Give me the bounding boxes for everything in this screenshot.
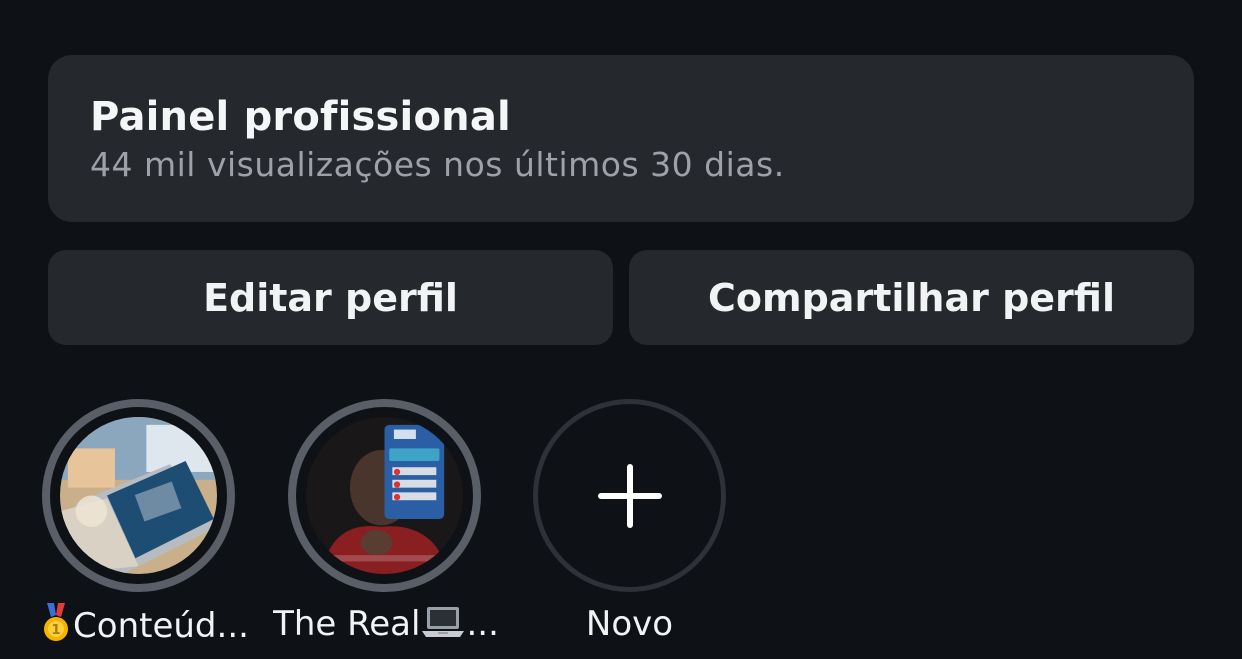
highlight-cover-image	[306, 417, 463, 574]
new-highlight-label: Novo	[585, 604, 674, 644]
share-profile-button[interactable]: Compartilhar perfil	[629, 250, 1194, 345]
dashboard-title: Painel profissional	[90, 94, 511, 140]
highlight-cover-ring	[288, 399, 481, 592]
highlight-label-ellipsis: ...	[466, 604, 499, 644]
highlight-item[interactable]	[42, 399, 235, 592]
highlight-cover-ring	[42, 399, 235, 592]
highlight-label: The Real ...	[270, 603, 502, 651]
highlight-cover-image	[60, 417, 217, 574]
new-highlight-ring	[533, 399, 726, 592]
svg-text:1: 1	[52, 623, 61, 638]
dashboard-subtitle: 44 mil visualizações nos últimos 30 dias…	[90, 145, 785, 184]
edit-profile-button[interactable]: Editar perfil	[48, 250, 613, 345]
new-highlight-button[interactable]	[533, 399, 726, 592]
profile-section: Painel profissional 44 mil visualizações…	[0, 0, 1242, 659]
laptop-icon	[420, 605, 466, 651]
plus-icon	[597, 463, 662, 528]
highlight-label-text: The Real	[273, 604, 421, 644]
highlight-item[interactable]	[288, 399, 481, 592]
highlight-label: 1 Conteúd...	[34, 603, 254, 653]
medal-icon: 1	[39, 603, 73, 653]
professional-dashboard-card[interactable]: Painel profissional 44 mil visualizações…	[48, 55, 1194, 222]
highlight-label-text: Conteúd...	[73, 606, 249, 646]
